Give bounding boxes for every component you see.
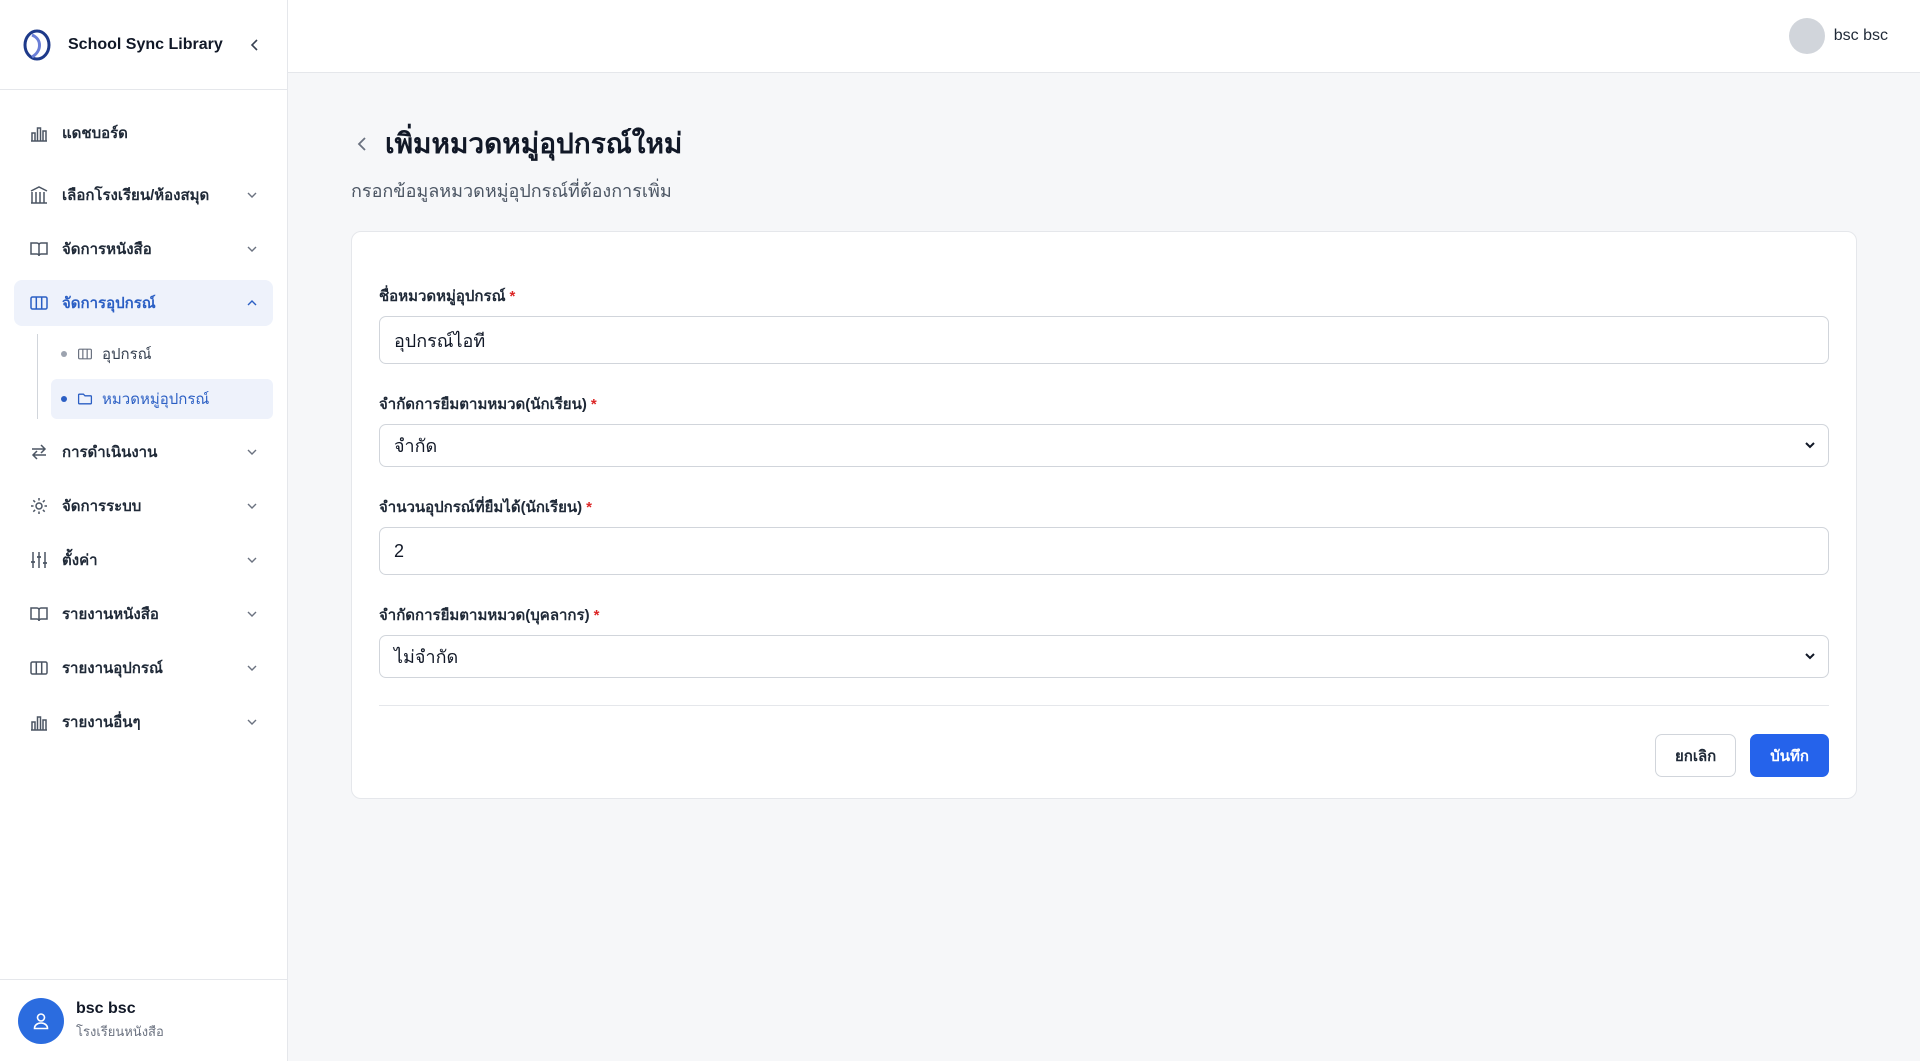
sidebar-item-settings[interactable]: ตั้งค่า: [14, 537, 273, 583]
required-mark: *: [586, 499, 592, 516]
bullet-dot: [61, 351, 67, 357]
header-user-name[interactable]: bsc bsc: [1834, 27, 1888, 45]
sidebar-item-equipment-report[interactable]: รายงานอุปกรณ์: [14, 645, 273, 691]
save-button[interactable]: บันทึก: [1750, 734, 1829, 777]
chevron-down-icon: [245, 715, 259, 729]
sidebar-item-manage-books[interactable]: จัดการหนังสือ: [14, 226, 273, 272]
chevron-down-icon: [245, 607, 259, 621]
avatar[interactable]: [1788, 18, 1825, 54]
select-wrapper: ไม่จำกัด: [379, 635, 1829, 678]
library-icon: [28, 184, 50, 206]
top-header: bsc bsc: [288, 0, 1920, 73]
sidebar-subitem-equipment[interactable]: อุปกรณ์: [51, 334, 273, 374]
app-name: School Sync Library: [68, 35, 223, 53]
bar-chart-icon: [28, 122, 50, 144]
field-label-text: จำนวนอุปกรณ์ที่ยืมได้(นักเรียน): [379, 499, 583, 516]
page-subtitle: กรอกข้อมูลหมวดหมู่อุปกรณ์ที่ต้องการเพิ่ม: [351, 181, 672, 201]
chevron-down-icon: [245, 661, 259, 675]
sidebar-item-label: จัดการระบบ: [62, 498, 142, 515]
columns-icon: [28, 292, 50, 314]
student-limit-select[interactable]: จำกัด: [379, 424, 1829, 467]
sidebar-item-label: รายงานหนังสือ: [62, 606, 159, 623]
sidebar-item-label: ตั้งค่า: [62, 552, 98, 569]
arrows-swap-icon: [28, 441, 50, 463]
select-value: ไม่จำกัด: [394, 647, 459, 667]
divider: [379, 705, 1829, 706]
user-info: bsc bsc โรงเรียนหนังสือ: [76, 1000, 164, 1042]
columns-icon: [77, 346, 93, 362]
sidebar-subitem-label: อุปกรณ์: [102, 346, 152, 363]
field-label: ชื่อหมวดหมู่อุปกรณ์ *: [379, 284, 1829, 308]
sliders-icon: [28, 549, 50, 571]
field-student-limit: จำกัดการยืมตามหมวด(นักเรียน) * จำกัด: [379, 392, 1829, 467]
chevron-down-icon: [245, 553, 259, 567]
sidebar-item-label: แดชบอร์ด: [62, 125, 128, 142]
gear-icon: [28, 495, 50, 517]
chevron-up-icon: [245, 296, 259, 310]
user-icon: [18, 997, 64, 1044]
sidebar-item-dashboard[interactable]: แดชบอร์ด: [14, 110, 273, 156]
sidebar-subitem-equipment-category[interactable]: หมวดหมู่อุปกรณ์: [51, 379, 273, 419]
chevron-down-icon: [245, 188, 259, 202]
select-wrapper: จำกัด: [379, 424, 1829, 467]
sidebar-item-label: รายงานอุปกรณ์: [62, 660, 163, 677]
page-title: เพิ่มหมวดหมู่อุปกรณ์ใหม่: [385, 128, 683, 159]
select-value: จำกัด: [394, 436, 438, 456]
sidebar-item-label: จัดการหนังสือ: [62, 241, 152, 258]
sidebar-item-other-report[interactable]: รายงานอื่นๆ: [14, 699, 273, 745]
bar-chart-icon: [28, 711, 50, 733]
book-icon: [28, 238, 50, 260]
cancel-button[interactable]: ยกเลิก: [1654, 734, 1737, 777]
required-mark: *: [593, 607, 600, 624]
sidebar-item-system[interactable]: จัดการระบบ: [14, 483, 273, 529]
field-label: จำกัดการยืมตามหมวด(บุคลากร) *: [379, 603, 1829, 627]
field-category-name: ชื่อหมวดหมู่อุปกรณ์ *: [379, 284, 1829, 364]
field-label-text: ชื่อหมวดหมู่อุปกรณ์: [379, 288, 506, 305]
required-mark: *: [590, 396, 597, 413]
sidebar-user-card[interactable]: bsc bsc โรงเรียนหนังสือ: [0, 979, 287, 1061]
back-arrow-icon[interactable]: [351, 132, 375, 156]
chevron-down-icon: [245, 499, 259, 513]
chevron-down-icon: [245, 445, 259, 459]
equipment-subnav: อุปกรณ์ หมวดหมู่อุปกรณ์: [37, 334, 287, 419]
field-label: จำกัดการยืมตามหมวด(นักเรียน) *: [379, 392, 1829, 416]
folder-icon: [77, 391, 93, 407]
sidebar-item-book-report[interactable]: รายงานหนังสือ: [14, 591, 273, 637]
field-label: จำนวนอุปกรณ์ที่ยืมได้(นักเรียน) *: [379, 495, 1829, 519]
columns-icon: [28, 657, 50, 679]
sidebar-nav: แดชบอร์ด เลือกโรงเรียน/ห้องสมุด จัดการหน…: [0, 90, 287, 745]
sidebar-item-label: การดำเนินงาน: [62, 444, 158, 461]
field-label-text: จำกัดการยืมตามหมวด(บุคลากร): [379, 607, 590, 624]
sidebar-item-select-library[interactable]: เลือกโรงเรียน/ห้องสมุด: [14, 172, 273, 218]
field-student-count: จำนวนอุปกรณ์ที่ยืมได้(นักเรียน) *: [379, 495, 1829, 575]
title-row: เพิ่มหมวดหมู่อุปกรณ์ใหม่: [351, 122, 1857, 166]
user-role: โรงเรียนหนังสือ: [76, 1023, 164, 1039]
main-content: เพิ่มหมวดหมู่อุปกรณ์ใหม่ กรอกข้อมูลหมวดห…: [351, 122, 1857, 799]
required-mark: *: [509, 288, 516, 305]
sidebar-subitem-label: หมวดหมู่อุปกรณ์: [102, 391, 210, 408]
category-name-input[interactable]: [379, 316, 1829, 364]
collapse-sidebar-icon[interactable]: [245, 35, 265, 55]
staff-limit-select[interactable]: ไม่จำกัด: [379, 635, 1829, 678]
bullet-dot: [61, 396, 67, 402]
chevron-down-icon: [245, 242, 259, 256]
form-actions: ยกเลิก บันทึก: [379, 734, 1829, 777]
sidebar: School Sync Library แดชบอร์ด เลือกโรงเรี…: [0, 0, 288, 1061]
field-label-text: จำกัดการยืมตามหมวด(นักเรียน): [379, 396, 587, 413]
student-count-input[interactable]: [379, 527, 1829, 575]
sidebar-item-manage-equipment[interactable]: จัดการอุปกรณ์: [14, 280, 273, 326]
user-name: bsc bsc: [76, 999, 136, 1017]
sidebar-item-operations[interactable]: การดำเนินงาน: [14, 429, 273, 475]
sidebar-item-label: รายงานอื่นๆ: [62, 714, 141, 731]
book-icon: [28, 603, 50, 625]
form-card: ชื่อหมวดหมู่อุปกรณ์* จำกัดการยืมตามหมวด(…: [351, 231, 1857, 799]
field-staff-limit: จำกัดการยืมตามหมวด(บุคลากร) * ไม่จำกัด: [379, 603, 1829, 678]
sidebar-item-label: เลือกโรงเรียน/ห้องสมุด: [62, 187, 210, 204]
app-logo-icon: [23, 29, 51, 60]
sidebar-item-label: จัดการอุปกรณ์: [62, 295, 156, 312]
brand: School Sync Library: [0, 0, 287, 90]
